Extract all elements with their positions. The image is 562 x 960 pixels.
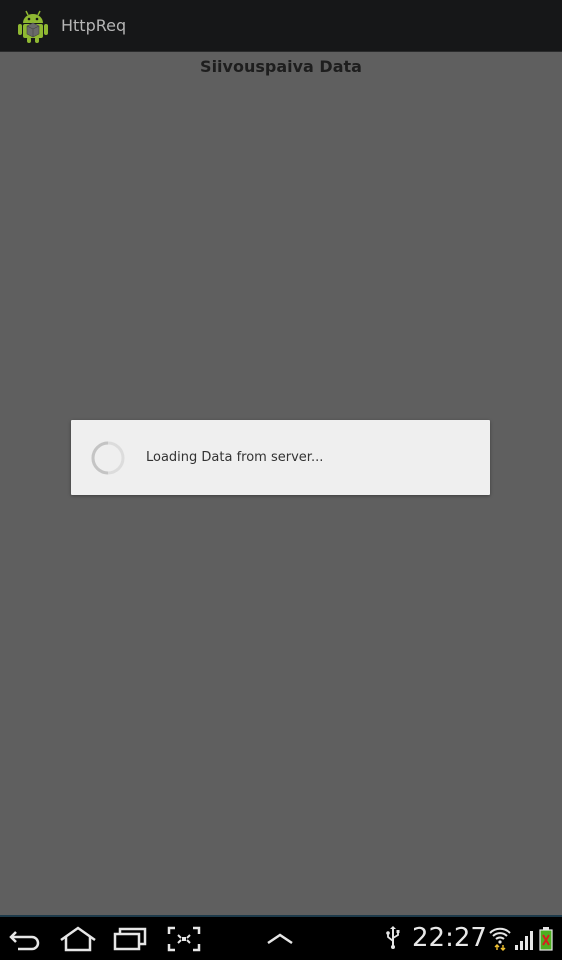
dialog-message: Loading Data from server... bbox=[146, 450, 324, 465]
battery-icon bbox=[539, 927, 553, 951]
app-title: HttpReq bbox=[61, 16, 127, 35]
screenshot-icon[interactable] bbox=[164, 923, 204, 955]
progress-spinner-icon bbox=[91, 441, 125, 475]
android-robot-icon[interactable] bbox=[14, 7, 52, 45]
action-bar: HttpReq bbox=[0, 0, 562, 52]
page-title: Siivouspaiva Data bbox=[200, 57, 362, 76]
back-icon[interactable] bbox=[6, 923, 46, 955]
menu-up-icon[interactable] bbox=[260, 923, 300, 955]
clock: 22:27 bbox=[412, 923, 487, 953]
wifi-icon bbox=[489, 927, 511, 951]
usb-icon bbox=[386, 926, 400, 949]
system-bar: 22:27 bbox=[0, 915, 562, 960]
progress-dialog: Loading Data from server... bbox=[71, 420, 490, 495]
home-icon[interactable] bbox=[58, 923, 98, 955]
recent-apps-icon[interactable] bbox=[110, 923, 150, 955]
signal-icon bbox=[515, 931, 533, 950]
screen: HttpReq Siivouspaiva Data Loading Data f… bbox=[0, 0, 562, 960]
